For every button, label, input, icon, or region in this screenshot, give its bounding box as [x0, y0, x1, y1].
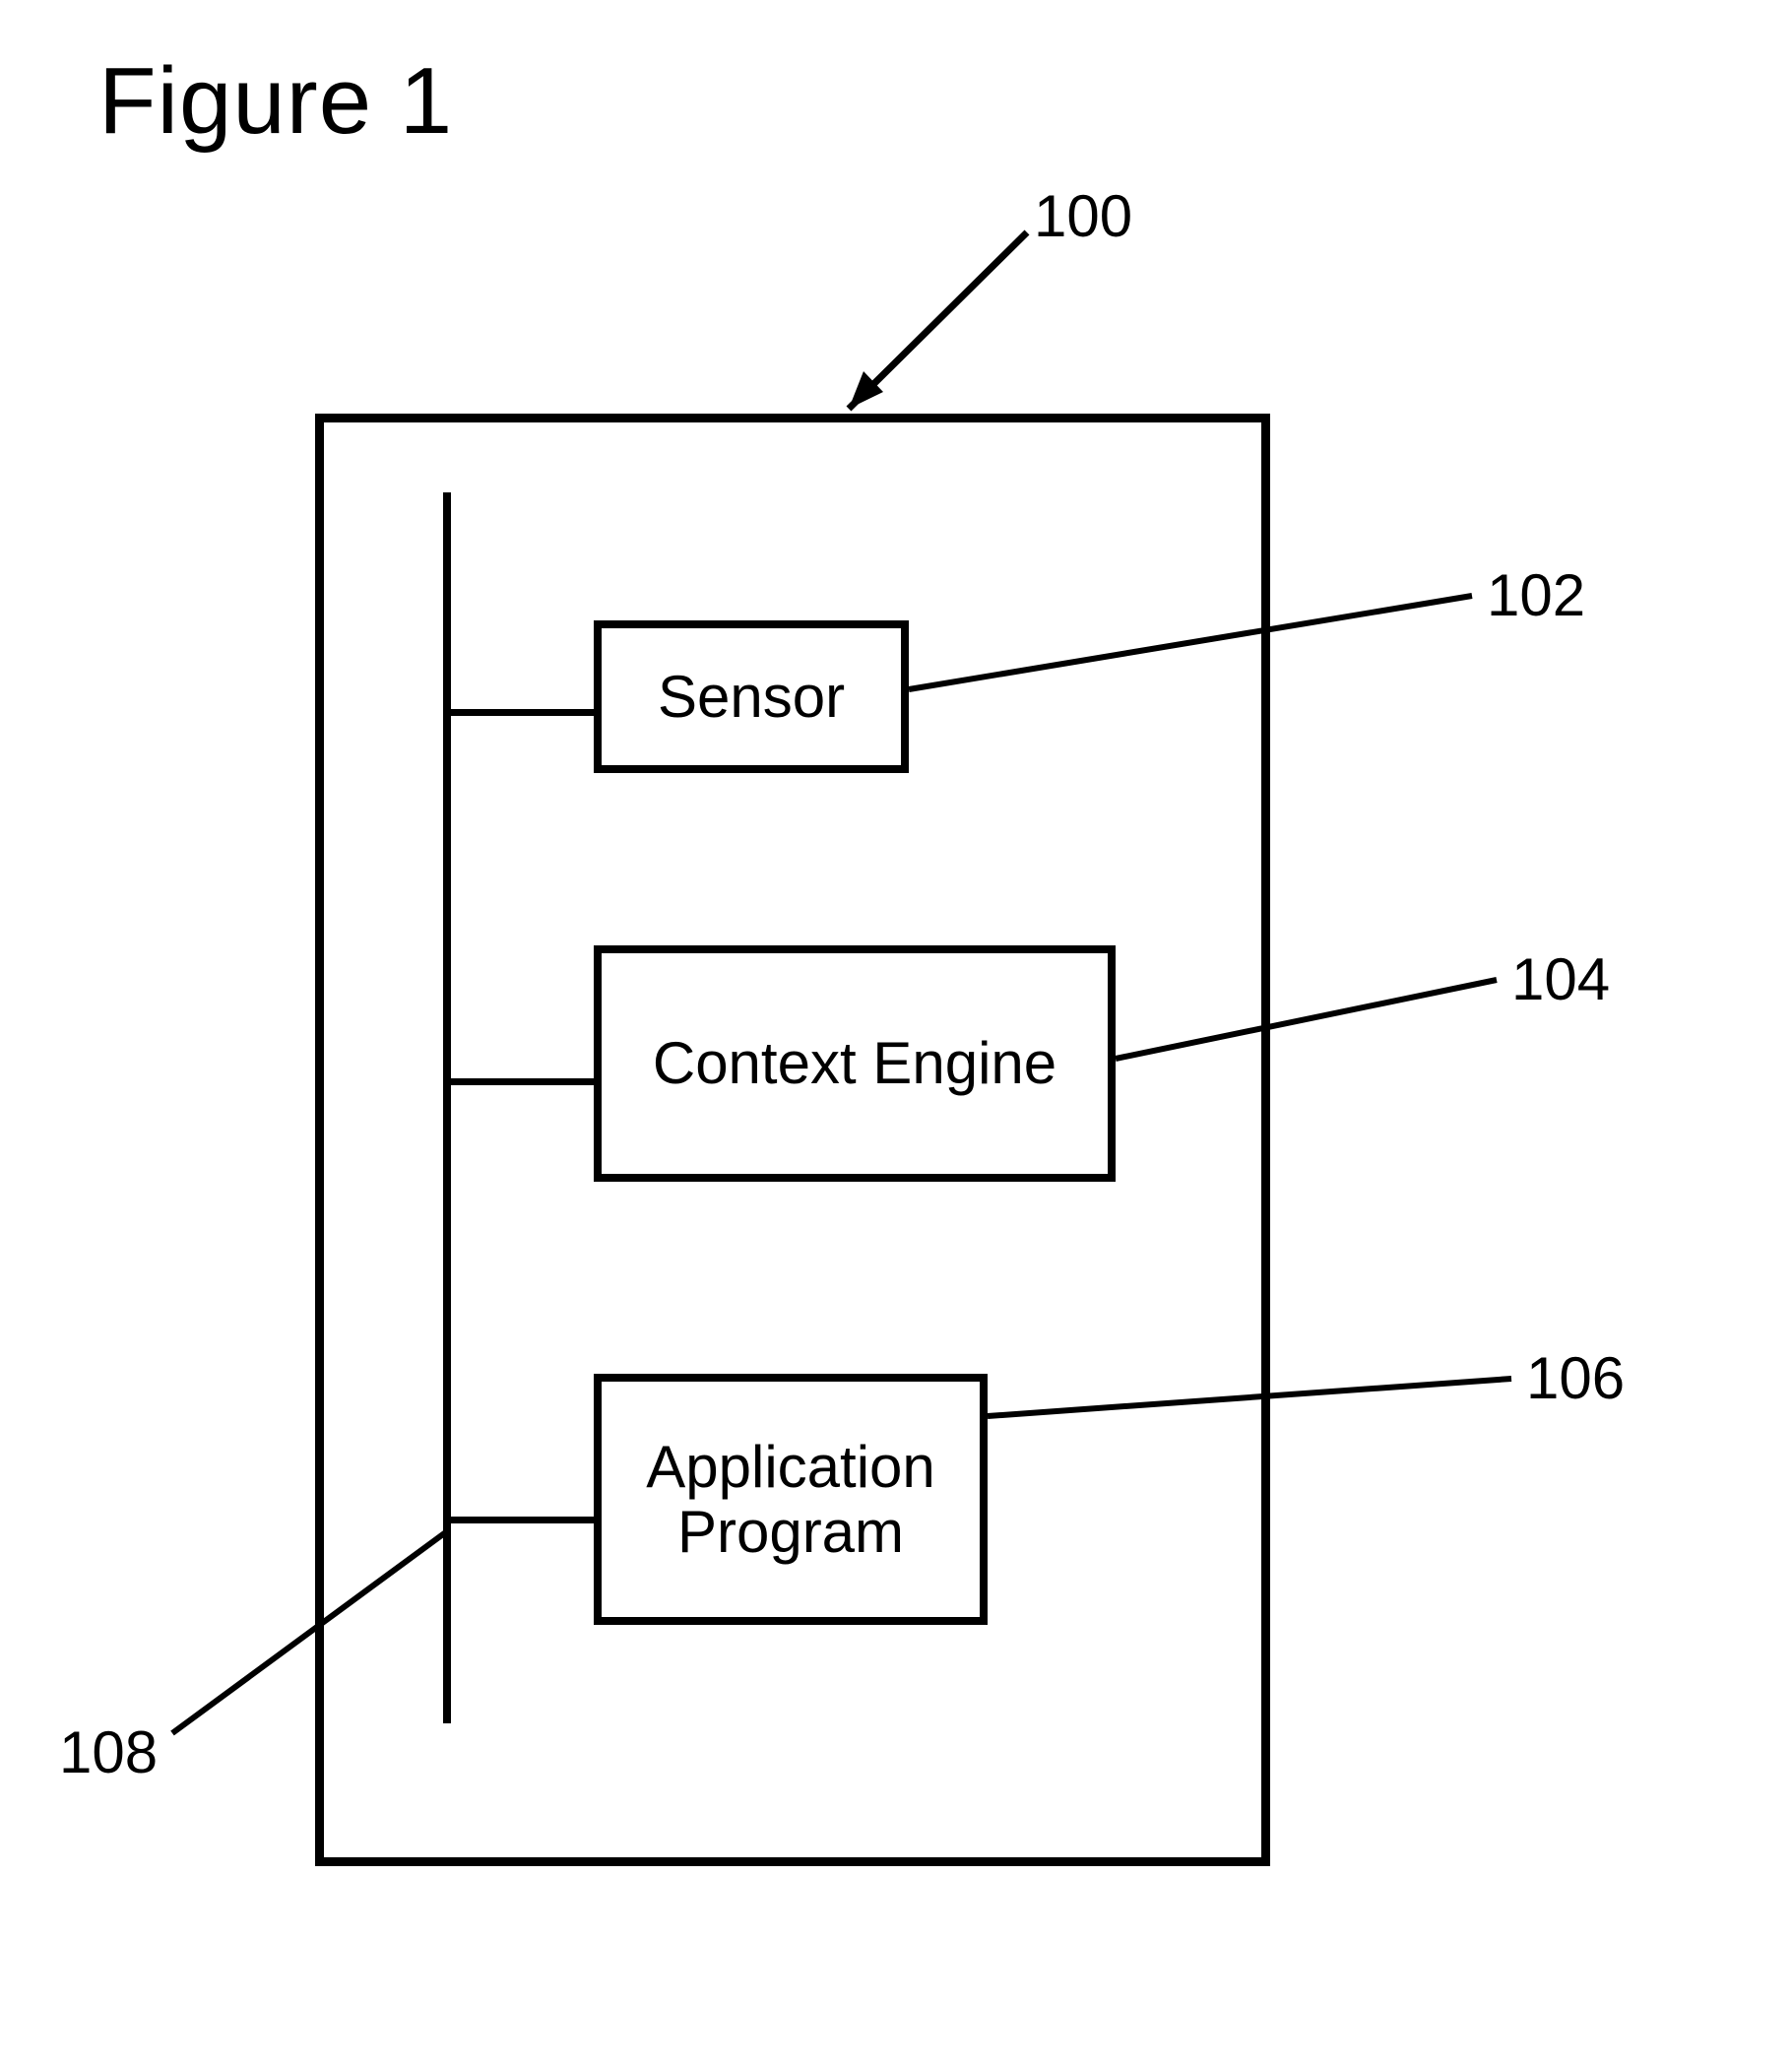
diagram-stage: Figure 1 100 Sensor Context Engine Appli… — [0, 0, 1792, 2070]
leader-108 — [0, 0, 1792, 2070]
ref-108: 108 — [59, 1718, 158, 1786]
